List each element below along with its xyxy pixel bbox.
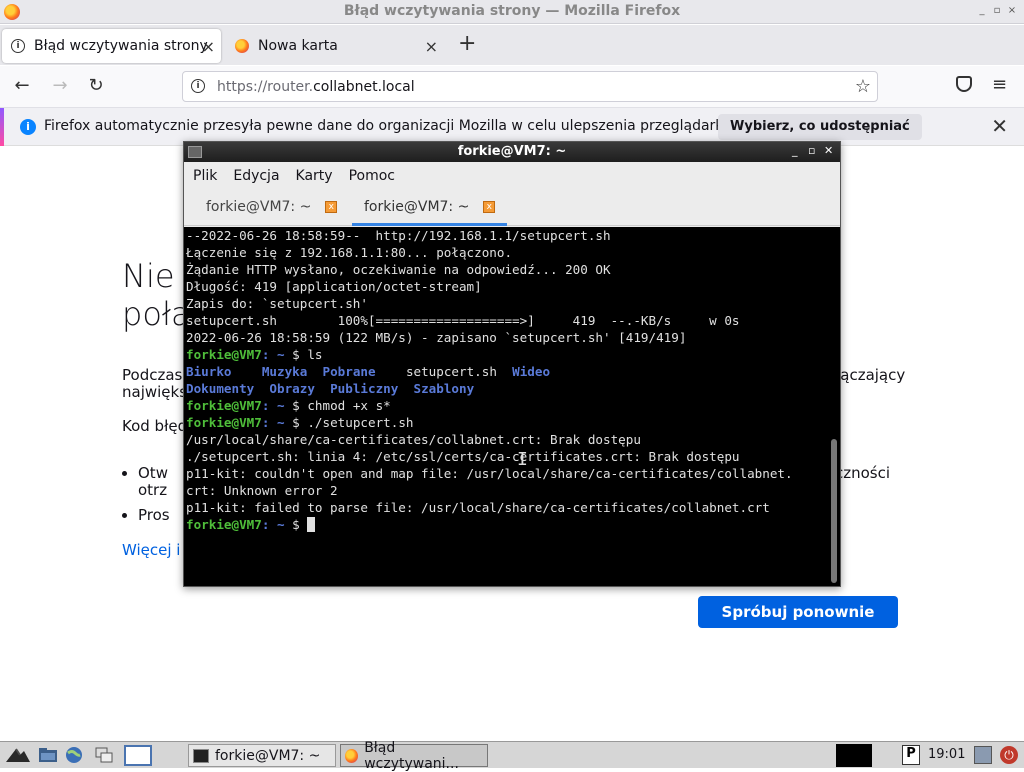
taskbar-item-firefox[interactable]: Błąd wczytywani... <box>340 740 488 772</box>
choose-what-to-share-button[interactable]: Wybierz, co udostępniać <box>718 114 922 140</box>
terminal-icon <box>193 748 209 763</box>
ibeam-cursor-icon: I <box>517 449 528 470</box>
terminal-tab-strip: forkie@VM7: ~ x forkie@VM7: ~ x <box>184 190 840 226</box>
firefox-tab-icon <box>234 38 250 54</box>
window-title: Błąd wczytywania strony — Mozilla Firefo… <box>343 3 681 19</box>
terminal-line: forkie@VM7: ~ $ chmod +x s* <box>186 398 391 413</box>
clock[interactable]: 19:01 <box>928 747 965 762</box>
reload-button[interactable]: ↻ <box>84 75 108 96</box>
terminal-line: forkie@VM7: ~ $ <box>186 516 828 533</box>
terminal-tab-2[interactable]: forkie@VM7: ~ x <box>352 190 508 226</box>
menu-hamburger-icon[interactable]: ≡ <box>992 74 1007 95</box>
terminal-line: forkie@VM7: ~ $ ls <box>186 347 323 362</box>
taskbar: forkie@VM7: ~ Błąd wczytywani... P 19:01… <box>0 740 1024 772</box>
notification-text: Firefox automatycznie przesyła pewne dan… <box>44 118 732 134</box>
terminal-window: forkie@VM7: ~ _ ▫ ✕ Plik Edycja Karty Po… <box>183 141 841 587</box>
terminal-minimize-button[interactable]: _ <box>792 144 798 157</box>
file-manager-icon[interactable] <box>38 746 58 764</box>
tab-label: Nowa karta <box>258 38 338 54</box>
terminal-tab-1[interactable]: forkie@VM7: ~ x <box>194 190 349 226</box>
url-text[interactable]: https://router.collabnet.local <box>217 79 415 95</box>
back-button[interactable]: ← <box>10 75 34 96</box>
scrollbar-thumb[interactable] <box>831 439 837 583</box>
tab-strip: i Błąd wczytywania strony × Nowa karta × <box>0 25 1024 65</box>
taskbar-item-terminal[interactable]: forkie@VM7: ~ <box>188 744 336 767</box>
terminal-menubar: Plik Edycja Karty Pomoc <box>184 163 840 189</box>
error-code-label: Kod błęd <box>122 417 188 435</box>
lock-screen-icon[interactable] <box>974 746 992 764</box>
tab-label: Błąd wczytywania strony <box>34 38 208 54</box>
menu-help[interactable]: Pomoc <box>349 168 395 184</box>
forward-button[interactable]: → <box>48 75 72 96</box>
menu-edit[interactable]: Edycja <box>233 168 279 184</box>
terminal-maximize-button[interactable]: ▫ <box>808 144 815 157</box>
try-again-button[interactable]: Spróbuj ponownie <box>698 596 898 628</box>
tab-new-tab[interactable]: Nowa karta × <box>226 29 444 63</box>
ls-output-row: Biurko Muzyka Pobrane setupcert.sh Wideo <box>186 364 551 379</box>
close-terminal-tab-icon[interactable]: x <box>325 201 338 213</box>
terminal-close-button[interactable]: ✕ <box>824 144 833 157</box>
terminal-line: forkie@VM7: ~ $ ./setupcert.sh <box>186 415 414 430</box>
clipboard-icon[interactable]: P <box>902 745 920 765</box>
desktop-pager-icon[interactable] <box>124 745 152 766</box>
logout-icon[interactable]: ⏻ <box>1000 746 1018 764</box>
minimize-button[interactable]: _ <box>976 5 988 16</box>
info-icon: i <box>20 119 36 135</box>
start-menu-icon[interactable] <box>4 746 32 764</box>
terminal-scrollbar[interactable] <box>828 227 840 586</box>
menu-tabs[interactable]: Karty <box>296 168 333 184</box>
info-icon: i <box>10 38 26 54</box>
close-tab-icon[interactable]: × <box>425 37 438 56</box>
error-title: Nie połą <box>122 257 191 333</box>
menu-file[interactable]: Plik <box>193 168 217 184</box>
learn-more-link[interactable]: Więcej i <box>122 541 180 559</box>
tab-error-page[interactable]: i Błąd wczytywania strony × <box>2 29 221 63</box>
maximize-button[interactable]: ▫ <box>991 5 1003 16</box>
window-switcher-icon[interactable] <box>94 746 114 764</box>
site-info-icon[interactable]: i <box>191 79 205 93</box>
close-window-button[interactable]: × <box>1006 5 1018 16</box>
terminal-title: forkie@VM7: ~ <box>457 144 567 159</box>
ls-output-row: Dokumenty Obrazy Publiczny Szablony <box>186 381 475 396</box>
close-tab-icon[interactable]: × <box>202 37 215 56</box>
close-notification-icon[interactable]: ✕ <box>991 114 1008 138</box>
terminal-output[interactable]: --2022-06-26 18:58:59-- http://192.168.1… <box>184 227 828 586</box>
notification-accent <box>0 108 4 146</box>
firefox-titlebar: Błąd wczytywania strony — Mozilla Firefo… <box>0 0 1024 24</box>
url-bar[interactable]: i https://router.collabnet.local ☆ <box>182 71 878 102</box>
close-terminal-tab-icon[interactable]: x <box>483 201 496 213</box>
firefox-icon <box>345 748 359 763</box>
new-tab-button[interactable]: + <box>458 31 476 56</box>
navigation-toolbar: ← → ↻ i https://router.collabnet.local ☆… <box>0 66 1024 108</box>
terminal-titlebar[interactable]: forkie@VM7: ~ _ ▫ ✕ <box>184 142 840 162</box>
pocket-icon[interactable] <box>956 76 972 92</box>
bookmark-star-icon[interactable]: ☆ <box>855 76 871 97</box>
text-cursor <box>307 517 316 532</box>
web-browser-icon[interactable] <box>64 746 84 764</box>
cpu-monitor <box>836 744 872 767</box>
